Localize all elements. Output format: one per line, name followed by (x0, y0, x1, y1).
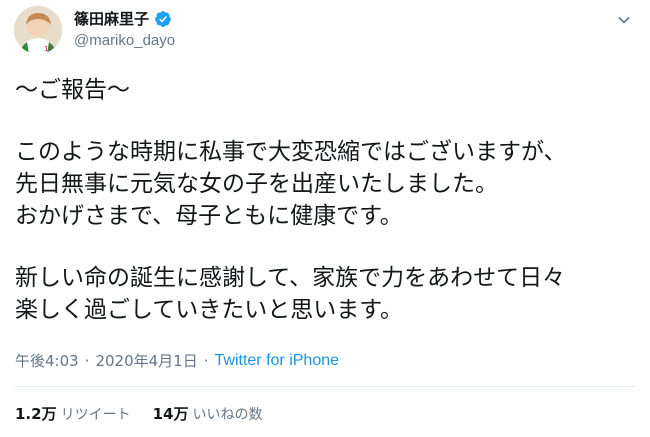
meta-separator: · (84, 351, 90, 370)
likes-count: 14万 (152, 405, 189, 423)
avatar[interactable]: 11 (14, 6, 62, 54)
name-row: 篠田麻里子 (74, 8, 172, 29)
avatar-image: 11 (14, 6, 62, 54)
retweets-stat[interactable]: 1.2万 リツイート (15, 403, 131, 424)
display-name[interactable]: 篠田麻里子 (74, 8, 149, 29)
tweet-time[interactable]: 午後4:03 (15, 350, 79, 371)
svg-text:11: 11 (44, 45, 53, 53)
chevron-down-icon[interactable] (612, 8, 636, 32)
tweet-text-line: 〜ご報告〜 (15, 77, 130, 103)
tweet-text-line: 楽しく過ごしていきたいと思います。 (15, 297, 404, 323)
tweet-text-line: 新しい命の誕生に感謝して、家族で力をあわせて日々 (15, 265, 566, 291)
verified-badge-icon (154, 10, 172, 28)
tweet-meta: 午後4:03 · 2020年4月1日 · Twitter for iPhone (15, 350, 339, 371)
meta-separator: · (203, 351, 209, 370)
retweets-count: 1.2万 (15, 405, 57, 423)
tweet-source-link[interactable]: Twitter for iPhone (215, 352, 340, 370)
tweet-date[interactable]: 2020年4月1日 (95, 350, 197, 371)
likes-stat[interactable]: 14万 いいねの数 (153, 403, 263, 424)
tweet-text-line: おかげさまで、母子ともに健康です。 (15, 203, 403, 229)
tweet-text: 〜ご報告〜 このような時期に私事で大変恐縮ではございますが、 先日無事に元気な女… (15, 74, 640, 326)
user-handle[interactable]: @mariko_dayo (74, 32, 175, 49)
tweet-stats: 1.2万 リツイート 14万 いいねの数 (15, 403, 284, 424)
retweets-label: リツイート (60, 407, 131, 423)
likes-label: いいねの数 (192, 407, 263, 423)
divider (15, 386, 635, 387)
tweet-text-line: 先日無事に元気な女の子を出産いたしました。 (15, 171, 498, 197)
tweet-text-line: このような時期に私事で大変恐縮ではございますが、 (15, 139, 567, 165)
tweet-card: 11 篠田麻里子 @mariko_dayo 〜ご報告〜 このような時期に私事で大… (0, 0, 650, 437)
